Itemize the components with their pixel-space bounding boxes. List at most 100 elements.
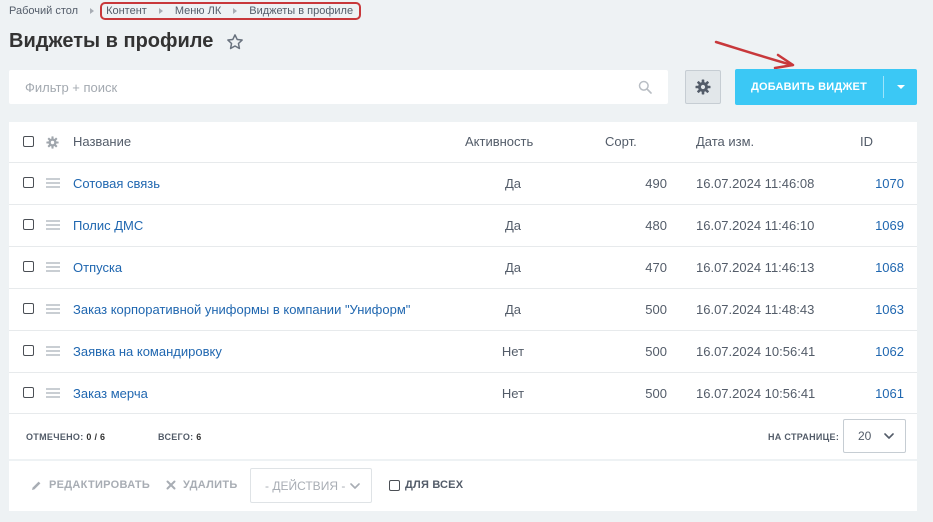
settings-button[interactable] [685, 70, 721, 104]
drag-handle-icon[interactable] [46, 262, 60, 272]
chevron-down-icon [350, 483, 360, 489]
grid-header: Название Активность Сорт. Дата изм. ID [9, 122, 917, 163]
for-all-checkbox[interactable] [389, 479, 400, 491]
table-row[interactable]: Отпуска Да 470 16.07.2024 11:46:13 1068 [9, 247, 917, 289]
close-icon [166, 480, 176, 490]
gear-icon [695, 79, 711, 95]
pencil-icon [32, 481, 41, 490]
column-header-date[interactable]: Дата изм. [696, 134, 754, 149]
breadcrumb-separator-icon [90, 8, 95, 14]
widget-active: Да [504, 302, 522, 317]
page-size-select[interactable]: 20 [843, 419, 906, 453]
widget-id-link[interactable]: 1061 [854, 386, 904, 401]
widget-date: 16.07.2024 10:56:41 [696, 344, 816, 359]
delete-button[interactable]: УДАЛИТЬ [166, 479, 238, 491]
breadcrumb-item-widgets[interactable]: Виджеты в профиле [249, 5, 353, 17]
drag-handle-icon[interactable] [46, 388, 60, 398]
drag-handle-icon[interactable] [46, 220, 60, 230]
table-row[interactable]: Полис ДМС Да 480 16.07.2024 11:46:10 106… [9, 205, 917, 247]
widget-id-link[interactable]: 1062 [854, 344, 904, 359]
breadcrumb-separator-icon [233, 8, 238, 14]
add-widget-dropdown[interactable] [884, 85, 917, 89]
grid-rows: Сотовая связь Да 490 16.07.2024 11:46:08… [9, 163, 917, 414]
widget-sort: 500 [645, 344, 667, 359]
widget-active: Да [504, 176, 522, 191]
table-row[interactable]: Заказ корпоративной униформы в компании … [9, 289, 917, 331]
widget-sort: 470 [645, 260, 667, 275]
widget-sort: 480 [645, 218, 667, 233]
row-checkbox[interactable] [23, 387, 34, 398]
widget-id-link[interactable]: 1069 [854, 218, 904, 233]
row-checkbox[interactable] [23, 177, 34, 188]
widget-name-link[interactable]: Полис ДМС [73, 218, 143, 233]
table-row[interactable]: Сотовая связь Да 490 16.07.2024 11:46:08… [9, 163, 917, 205]
table-row[interactable]: Заявка на командировку Нет 500 16.07.202… [9, 331, 917, 373]
widget-date: 16.07.2024 11:48:43 [696, 302, 815, 317]
drag-handle-icon[interactable] [46, 346, 60, 356]
column-header-id[interactable]: ID [860, 134, 873, 149]
add-widget-button[interactable]: ДОБАВИТЬ ВИДЖЕТ [735, 69, 917, 105]
selected-count: ОТМЕЧЕНО: 0 / 6 [26, 432, 105, 442]
search-input[interactable] [9, 78, 627, 96]
for-all-label: ДЛЯ ВСЕХ [405, 479, 464, 491]
widget-id-link[interactable]: 1070 [854, 176, 904, 191]
filter-search-box[interactable] [9, 70, 668, 104]
page-title: Виджеты в профиле [9, 30, 214, 52]
widget-sort: 500 [645, 386, 667, 401]
widget-date: 16.07.2024 10:56:41 [696, 386, 816, 401]
row-checkbox[interactable] [23, 261, 34, 272]
row-checkbox[interactable] [23, 345, 34, 356]
widget-date: 16.07.2024 11:46:10 [696, 218, 815, 233]
widget-name-link[interactable]: Заказ мерча [73, 386, 148, 401]
widget-name-link[interactable]: Сотовая связь [73, 176, 160, 191]
drag-handle-icon[interactable] [46, 178, 60, 188]
star-icon[interactable] [226, 33, 244, 51]
drag-handle-icon[interactable] [46, 304, 60, 314]
breadcrumb-item-content[interactable]: Контент [106, 5, 147, 17]
widget-date: 16.07.2024 11:46:08 [696, 176, 815, 191]
widget-active: Нет [501, 344, 525, 359]
breadcrumb-item-desktop[interactable]: Рабочий стол [9, 5, 78, 17]
widget-sort: 500 [645, 302, 667, 317]
chevron-down-icon [884, 433, 894, 439]
widget-active: Нет [501, 386, 525, 401]
add-widget-label: ДОБАВИТЬ ВИДЖЕТ [750, 81, 868, 93]
widget-id-link[interactable]: 1063 [854, 302, 904, 317]
total-count: ВСЕГО: 6 [158, 432, 202, 442]
chevron-down-icon [896, 85, 905, 89]
breadcrumb-item-menu[interactable]: Меню ЛК [175, 5, 221, 17]
row-checkbox[interactable] [23, 303, 34, 314]
widget-active: Да [504, 260, 522, 275]
selected-count-label: ОТМЕЧЕНО: [26, 432, 84, 442]
widget-active: Да [504, 218, 522, 233]
widget-name-link[interactable]: Заказ корпоративной униформы в компании … [73, 302, 410, 317]
delete-label: УДАЛИТЬ [183, 479, 238, 491]
page-size-value: 20 [858, 429, 872, 443]
total-count-value: 6 [196, 432, 202, 442]
grid-footer: ОТМЕЧЕНО: 0 / 6 ВСЕГО: 6 НА СТРАНИЦЕ: 20 [9, 413, 917, 460]
edit-button[interactable]: РЕДАКТИРОВАТЬ [31, 479, 150, 491]
breadcrumb-highlight-frame: Контент Меню ЛК Виджеты в профиле [100, 2, 362, 20]
red-arrow [714, 40, 795, 70]
column-header-active[interactable]: Активность [465, 134, 533, 149]
actions-select[interactable]: - ДЕЙСТВИЯ - [250, 468, 372, 503]
breadcrumb: Рабочий стол Контент Меню ЛК Виджеты в п… [9, 2, 362, 20]
widgets-grid: Название Активность Сорт. Дата изм. ID С… [9, 122, 917, 459]
column-header-name[interactable]: Название [73, 134, 131, 149]
column-header-sort[interactable]: Сорт. [605, 134, 637, 149]
breadcrumb-separator-icon [158, 8, 163, 14]
page-size-label: НА СТРАНИЦЕ: [768, 432, 840, 442]
gear-icon[interactable] [46, 136, 59, 149]
widget-id-link[interactable]: 1068 [854, 260, 904, 275]
for-all-option[interactable]: ДЛЯ ВСЕХ [389, 479, 463, 491]
widget-sort: 490 [645, 176, 667, 191]
widget-name-link[interactable]: Заявка на командировку [73, 344, 222, 359]
search-icon[interactable] [638, 80, 652, 94]
select-all-checkbox[interactable] [23, 136, 34, 147]
action-panel: РЕДАКТИРОВАТЬ УДАЛИТЬ - ДЕЙСТВИЯ - ДЛЯ В… [9, 461, 917, 511]
edit-label: РЕДАКТИРОВАТЬ [49, 479, 151, 491]
widget-name-link[interactable]: Отпуска [73, 260, 122, 275]
table-row[interactable]: Заказ мерча Нет 500 16.07.2024 10:56:41 … [9, 373, 917, 414]
widget-date: 16.07.2024 11:46:13 [696, 260, 815, 275]
row-checkbox[interactable] [23, 219, 34, 230]
